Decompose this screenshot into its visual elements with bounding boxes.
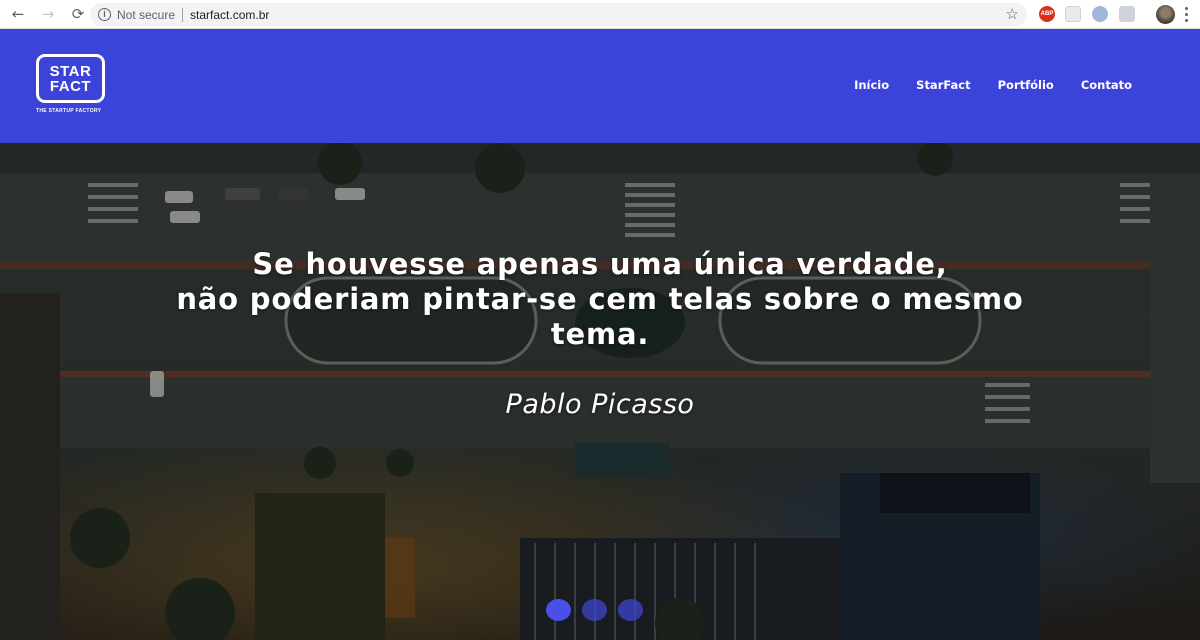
adblock-extension-icon[interactable]: ABP [1039,6,1055,22]
bookmark-star-icon[interactable]: ☆ [1006,5,1019,23]
quote-line-1: Se houvesse apenas uma única verdade, [252,247,948,281]
extension-icon[interactable] [1065,6,1081,22]
nav-item-contato[interactable]: Contato [1081,78,1132,92]
reload-icon: ⟳ [71,5,85,23]
slider-dot-2[interactable] [582,599,607,621]
logo-mark: STAR FACT [36,54,105,103]
nav-item-portfolio[interactable]: Portfólio [998,78,1054,92]
hero-quote: Se houvesse apenas uma única verdade, nã… [100,247,1100,352]
browser-menu-icon[interactable] [1185,7,1189,22]
profile-avatar[interactable] [1156,5,1175,24]
site-header: STAR FACT THE STARTUP FACTORY Início Sta… [0,29,1200,143]
forward-arrow-icon: → [41,5,55,23]
slider-dot-3[interactable] [618,599,643,621]
nav-item-starfact[interactable]: StarFact [916,78,970,92]
info-icon[interactable]: i [98,8,111,21]
logo[interactable]: STAR FACT THE STARTUP FACTORY [36,54,106,114]
logo-tagline: THE STARTUP FACTORY [36,108,102,114]
quote-author: Pablo Picasso [505,389,695,420]
hero-slider: Se houvesse apenas uma única verdade, nã… [0,143,1200,640]
reload-button[interactable]: ⟳ [66,2,90,26]
back-button[interactable]: ← [6,2,30,26]
slider-dot-1[interactable] [546,599,571,621]
security-label: Not secure [117,7,176,22]
url-text[interactable]: starfact.com.br [190,8,269,22]
quote-line-3: tema. [550,317,650,351]
quote-line-2: não poderiam pintar-se cem telas sobre o… [176,282,1024,316]
extension-icon[interactable] [1092,6,1108,22]
logo-line-2: FACT [49,77,92,95]
browser-toolbar: ← → ⟳ i Not secure starfact.com.br ☆ ABP [0,0,1200,29]
address-bar[interactable]: i Not secure starfact.com.br ☆ [90,3,1027,26]
separator [182,7,184,22]
forward-button[interactable]: → [36,2,60,26]
logo-line-1: STAR [49,62,92,80]
main-nav: Início StarFact Portfólio Contato [854,78,1132,92]
back-arrow-icon: ← [11,5,25,23]
slider-indicators [546,599,643,621]
nav-item-inicio[interactable]: Início [854,78,889,92]
extension-icon[interactable] [1119,6,1135,22]
